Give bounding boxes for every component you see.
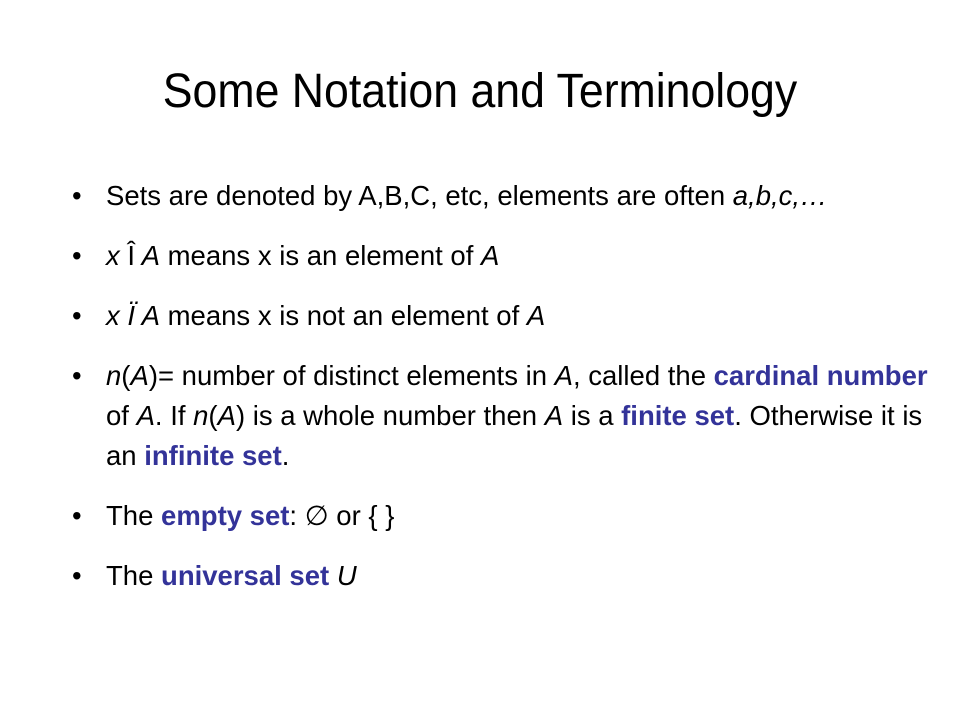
bullet-text: The [106, 560, 162, 591]
bullet-text [329, 560, 337, 591]
bullet-text: The [106, 500, 162, 531]
math-symbol: A [136, 400, 155, 431]
bullet-item-element-of: • x Î A means x is an element of A [72, 236, 942, 276]
slide-title: Some Notation and Terminology [162, 65, 798, 118]
key-term: finite set [621, 400, 735, 431]
bullet-text: : ∅ or { } [289, 500, 395, 531]
bullet-text: , called the [572, 360, 714, 391]
bullet-text: ( [208, 400, 218, 431]
math-symbol: A [135, 240, 160, 271]
bullet-item-empty-set: • The empty set: ∅ or { } [72, 496, 942, 536]
bullet-dot-icon: • [72, 500, 82, 531]
bullet-text: of [106, 400, 137, 431]
math-symbol: a,b,c,… [732, 180, 828, 211]
key-term: infinite set [144, 440, 282, 471]
math-symbol: U [336, 560, 357, 591]
key-term: universal set [161, 560, 330, 591]
math-symbol: A [217, 400, 236, 431]
bullet-dot-icon: • [72, 360, 82, 391]
math-symbol: Ï [127, 300, 136, 331]
bullet-dot-icon: • [72, 240, 82, 271]
bullet-text: Î [127, 240, 136, 271]
math-symbol: A [526, 300, 546, 331]
math-symbol: A [481, 240, 500, 271]
bullet-item-sets-notation: • Sets are denoted by A,B,C, etc, element… [72, 176, 942, 216]
math-symbol: A [544, 400, 564, 431]
key-term: empty set [161, 500, 290, 531]
bullet-item-not-element-of: • x Ï A means x is not an element of A [72, 296, 942, 336]
math-symbol: A [554, 360, 573, 391]
bullet-dot-icon: • [72, 180, 82, 211]
math-symbol: n [193, 400, 209, 431]
bullet-text: . [281, 440, 290, 471]
math-symbol: A [135, 300, 160, 331]
bullet-list: • Sets are denoted by A,B,C, etc, element… [72, 176, 942, 616]
bullet-item-cardinal-number: • n(A)= number of distinct elements in A,… [72, 356, 942, 476]
math-symbol: x [106, 300, 128, 331]
bullet-text: ) is a whole number then [235, 400, 545, 431]
bullet-dot-icon: • [72, 300, 82, 331]
bullet-text: means x is an element of [160, 240, 481, 271]
bullet-text: means x is not an element of [160, 300, 527, 331]
bullet-dot-icon: • [72, 560, 82, 591]
math-symbol: n [106, 360, 122, 391]
bullet-text: )= number of distinct elements in [148, 360, 555, 391]
math-symbol: x [106, 240, 128, 271]
math-symbol: A [130, 360, 149, 391]
key-term: cardinal number [713, 360, 928, 391]
bullet-item-universal-set: • The universal set U [72, 556, 942, 596]
bullet-text: . If [154, 400, 194, 431]
bullet-text: is a [563, 400, 622, 431]
bullet-text: Sets are denoted by A,B,C, etc, elements… [106, 180, 733, 211]
